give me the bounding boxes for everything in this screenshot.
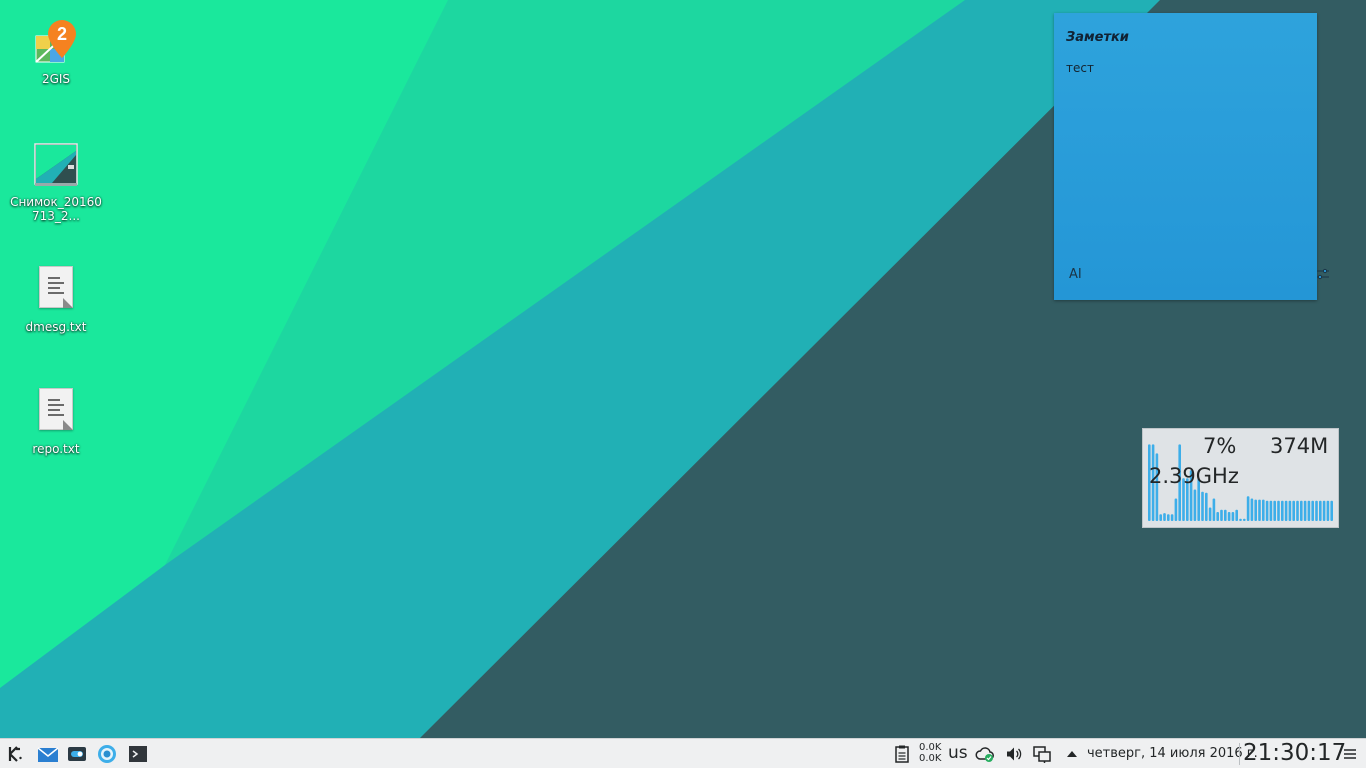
system-monitor-widget[interactable]: 7% 374M 2.39GHz: [1142, 428, 1339, 528]
cpu-history-bar: [1277, 500, 1280, 521]
2gis-app-icon: 2: [32, 18, 80, 66]
volume-icon[interactable]: [1004, 744, 1024, 764]
mail-icon[interactable]: [37, 744, 59, 764]
cpu-history-bar: [1311, 500, 1314, 521]
cpu-history-bar: [1303, 500, 1307, 521]
desktop-icon-repo[interactable]: repo.txt: [8, 384, 104, 456]
cpu-history-bar: [1319, 500, 1322, 521]
cpu-percent: 7%: [1203, 434, 1237, 458]
cpu-history-bar: [1262, 499, 1265, 521]
memory-usage: 374M: [1270, 434, 1329, 458]
cpu-history-bar: [1239, 518, 1242, 521]
date-label[interactable]: четверг, 14 июля 2016 г.: [1087, 746, 1258, 761]
cpu-history-bar: [1212, 498, 1216, 521]
clock-time[interactable]: 21:30:17: [1243, 740, 1346, 766]
cpu-history-bar: [1265, 500, 1269, 521]
terminal-icon[interactable]: [128, 744, 148, 764]
clipboard-icon[interactable]: [892, 744, 912, 764]
notes-title: Заметки: [1066, 30, 1129, 45]
cpu-history-bar: [1201, 491, 1204, 521]
cpu-history-bar: [1296, 500, 1299, 521]
cpu-history-bar: [1235, 509, 1238, 521]
cpu-history-bar: [1307, 500, 1311, 521]
toggle-app-icon[interactable]: [67, 744, 87, 764]
text-file-icon: [39, 266, 73, 308]
cpu-history-bar: [1170, 514, 1174, 521]
cpu-history-bar: [1273, 500, 1276, 521]
settings-sliders-icon[interactable]: [1316, 267, 1330, 281]
text-file-icon: [39, 388, 73, 430]
cpu-history-bar: [1300, 500, 1303, 521]
cpu-history-bar: [1205, 492, 1208, 521]
desktop-icon-label: Снимок_20160713_2...: [10, 195, 102, 223]
panel-separator: [1239, 743, 1240, 765]
cloud-sync-icon[interactable]: [975, 744, 995, 764]
text-file-icon-wrap: [32, 388, 80, 436]
cpu-history-bar: [1284, 500, 1288, 521]
browser-icon[interactable]: [97, 744, 117, 764]
screenshot-image-icon: [32, 141, 80, 189]
text-format-button[interactable]: AI: [1069, 267, 1082, 282]
cpu-history-bar: [1250, 498, 1254, 521]
cpu-history-bar: [1216, 512, 1219, 521]
desktop-icon-screenshot[interactable]: Снимок_20160713_2...: [8, 141, 104, 223]
cpu-history-bar: [1315, 500, 1318, 521]
desktop-icon-label: dmesg.txt: [25, 320, 87, 334]
cpu-history-bar: [1243, 518, 1246, 521]
tray-expand-arrow-icon[interactable]: [1062, 744, 1082, 764]
cpu-history-bar: [1159, 514, 1162, 521]
network-download-speed: 0.0K: [919, 753, 942, 764]
svg-text:2: 2: [57, 24, 67, 44]
notes-content[interactable]: тест: [1066, 61, 1094, 75]
cpu-frequency: 2.39GHz: [1149, 464, 1239, 488]
cpu-history-bar: [1193, 489, 1197, 521]
network-upload-speed: 0.0K: [919, 742, 942, 753]
kde-menu-icon[interactable]: [5, 744, 25, 764]
cpu-history-bar: [1281, 500, 1284, 521]
taskbar-panel: 0.0K 0.0K us четверг, 14 июля 2016 г. 21…: [0, 738, 1366, 768]
text-file-icon-wrap: [32, 266, 80, 314]
cpu-history-bar: [1292, 500, 1295, 521]
cpu-history-bar: [1254, 499, 1257, 521]
desktop-icon-label: repo.txt: [32, 442, 80, 456]
cpu-history-bar: [1288, 500, 1292, 521]
cpu-history-bar: [1330, 500, 1333, 521]
cpu-history-bar: [1246, 496, 1250, 521]
hamburger-menu-icon[interactable]: [1341, 744, 1361, 764]
cpu-history-bar: [1231, 512, 1235, 521]
desktop-icon-label: 2GIS: [41, 72, 71, 86]
cpu-history-bar: [1227, 512, 1231, 521]
cpu-history-bar: [1224, 509, 1227, 521]
cpu-history-bar: [1220, 509, 1223, 521]
desktop-icon-2gis[interactable]: 2 2GIS: [8, 18, 104, 86]
cpu-history-bar: [1269, 500, 1273, 521]
cpu-history-bar: [1208, 507, 1212, 521]
keyboard-layout-indicator[interactable]: us: [948, 743, 968, 763]
cpu-history-bar: [1326, 500, 1330, 521]
notes-widget[interactable]: Заметки тест AI: [1054, 13, 1329, 300]
cpu-history-bar: [1163, 513, 1166, 521]
cpu-history-bar: [1258, 499, 1261, 521]
desktop-icon-dmesg[interactable]: dmesg.txt: [8, 262, 104, 334]
cpu-history-bar: [1174, 498, 1178, 521]
cpu-history-bar: [1167, 514, 1170, 521]
cpu-history-bar: [1322, 500, 1326, 521]
network-wired-icon[interactable]: [1032, 744, 1052, 764]
